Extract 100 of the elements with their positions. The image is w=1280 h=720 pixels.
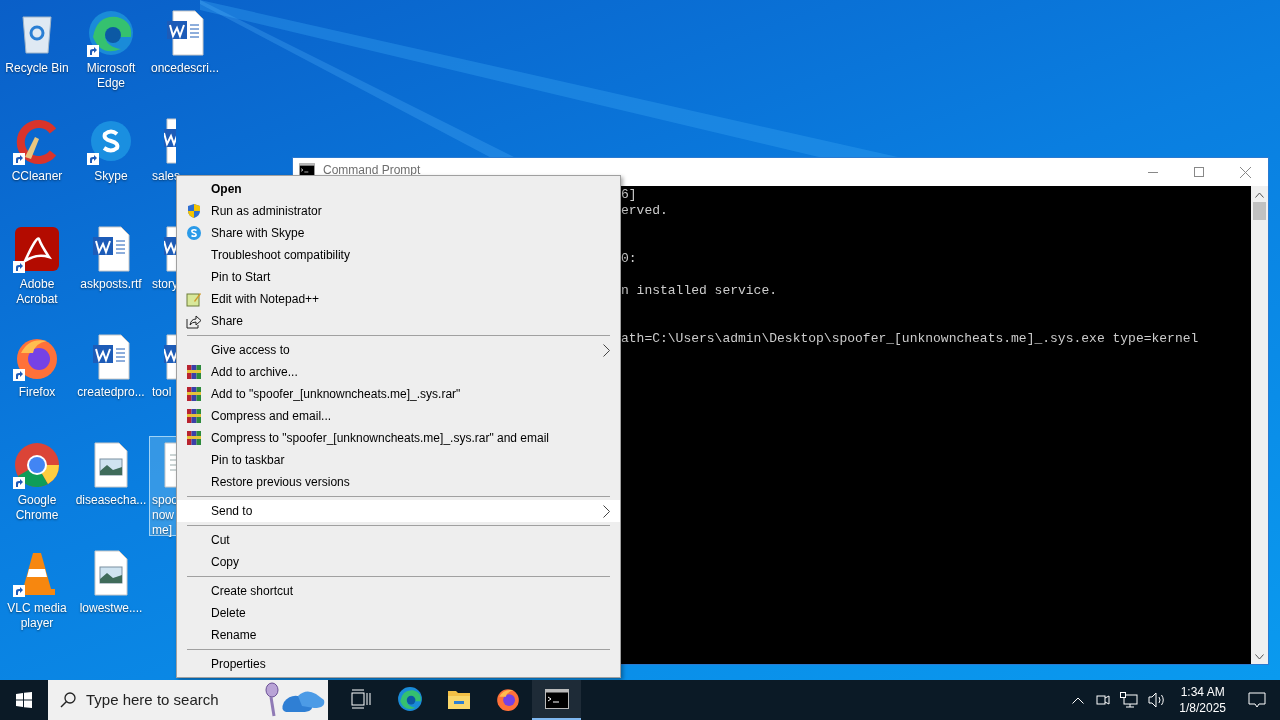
console-line: erved. bbox=[621, 203, 669, 219]
chevron-right-icon bbox=[603, 343, 610, 357]
scroll-down-icon bbox=[1255, 654, 1264, 660]
archive-books-icon bbox=[186, 430, 202, 446]
icon-label: now bbox=[152, 508, 174, 523]
word-document-icon bbox=[164, 117, 176, 165]
icon-label: Microsoft bbox=[86, 61, 136, 76]
icon-label: Acrobat bbox=[16, 292, 58, 307]
scroll-up-icon bbox=[1255, 192, 1264, 198]
shortcut-arrow-icon bbox=[87, 45, 99, 57]
desktop-icon[interactable]: CCleaner bbox=[1, 112, 73, 212]
camera-icon[interactable] bbox=[1096, 692, 1111, 708]
chevron-right-icon bbox=[603, 504, 610, 518]
menu-item[interactable]: Give access to bbox=[177, 339, 620, 361]
desktop-icon[interactable]: oncedescri... bbox=[149, 4, 221, 104]
menu-item[interactable]: Share with Skype bbox=[177, 222, 620, 244]
icon-label: Skype bbox=[94, 169, 128, 184]
window-title: Command Prompt bbox=[323, 164, 421, 177]
icon-label: Google bbox=[17, 493, 57, 508]
menu-item[interactable]: Create shortcut bbox=[177, 580, 620, 602]
menu-item[interactable]: Copy bbox=[177, 551, 620, 573]
archive-books-icon bbox=[186, 408, 202, 424]
menu-item[interactable]: Pin to Start bbox=[177, 266, 620, 288]
menu-item[interactable]: Troubleshoot compatibility bbox=[177, 244, 620, 266]
desktop-icon[interactable]: Skype bbox=[75, 112, 147, 212]
volume-icon[interactable] bbox=[1148, 692, 1167, 708]
icon-label: me] bbox=[152, 523, 172, 538]
archive-books-icon bbox=[186, 364, 202, 380]
network-icon[interactable] bbox=[1120, 692, 1139, 708]
scrollbar[interactable] bbox=[1251, 186, 1268, 664]
desktop-icon[interactable]: askposts.rtf bbox=[75, 220, 147, 320]
shortcut-arrow-icon bbox=[13, 477, 25, 489]
icon-label: Adobe bbox=[19, 277, 55, 292]
skype-icon bbox=[186, 225, 202, 241]
desktop-icon[interactable]: Recycle Bin bbox=[1, 4, 73, 104]
edge-icon bbox=[396, 686, 423, 712]
menu-item[interactable]: Compress and email... bbox=[177, 405, 620, 427]
menu-item[interactable]: Rename bbox=[177, 624, 620, 646]
icon-label: askposts.rtf bbox=[80, 277, 142, 292]
desktop-icon[interactable]: Microsoft Edge bbox=[75, 4, 147, 104]
maximize-icon bbox=[1194, 167, 1204, 177]
clock-date: 1/8/2025 bbox=[1179, 700, 1226, 716]
taskbar-app[interactable] bbox=[532, 680, 581, 720]
icon-label: tool bbox=[152, 385, 172, 400]
desktop-icon[interactable]: Adobe Acrobat bbox=[1, 220, 73, 320]
desktop-icon[interactable]: VLC media player bbox=[1, 544, 73, 644]
shortcut-arrow-icon bbox=[13, 261, 25, 273]
console-line: 6] bbox=[621, 187, 638, 203]
icon-label: oncedescri... bbox=[150, 61, 219, 76]
icon-label: Recycle Bin bbox=[5, 61, 69, 76]
menu-item[interactable]: Add to "spoofer_[unknowncheats.me]_.sys.rar" bbox=[177, 383, 620, 405]
desktop-icon[interactable]: createdpro... bbox=[75, 328, 147, 428]
shortcut-arrow-icon bbox=[13, 585, 25, 597]
menu-item[interactable]: Run as administrator bbox=[177, 200, 620, 222]
shortcut-arrow-icon bbox=[13, 153, 25, 165]
icon-label: lowestwe.... bbox=[79, 601, 143, 616]
search-box[interactable]: Type here to search bbox=[48, 680, 328, 720]
desktop-icon[interactable]: Google Chrome bbox=[1, 436, 73, 536]
share-icon bbox=[186, 313, 202, 329]
clock-time: 1:34 AM bbox=[1180, 684, 1225, 700]
task-view-icon bbox=[349, 689, 372, 709]
icon-label: VLC media bbox=[7, 601, 67, 616]
edge-icon bbox=[87, 9, 135, 57]
shortcut-arrow-icon bbox=[87, 153, 99, 165]
shield-icon bbox=[186, 203, 202, 219]
icon-label: Chrome bbox=[15, 508, 59, 523]
console-line: ath=C:\Users\admin\Desktop\spoofer_[unknowncheats.me]_.sys.exe type=kernel bbox=[621, 331, 1200, 347]
icon-label: Edge bbox=[97, 76, 125, 91]
clock[interactable]: 1:34 AM 1/8/2025 bbox=[1179, 684, 1226, 716]
console-line: n installed service. bbox=[621, 283, 779, 299]
desktop-icon[interactable]: diseasecha... bbox=[75, 436, 147, 536]
menu-item[interactable]: Add to archive... bbox=[177, 361, 620, 383]
folder-icon bbox=[446, 688, 471, 710]
notification-icon bbox=[1248, 692, 1266, 708]
desktop-icon[interactable]: lowestwe.... bbox=[75, 544, 147, 644]
menu-item[interactable]: Send to bbox=[177, 500, 620, 522]
icon-label: spoo bbox=[152, 493, 179, 508]
menu-item[interactable]: Share bbox=[177, 310, 620, 332]
close-icon bbox=[1239, 166, 1251, 178]
icon-label: createdpro... bbox=[77, 385, 145, 400]
menu-item[interactable]: Delete bbox=[177, 602, 620, 624]
acrobat-icon bbox=[13, 225, 61, 273]
desktop-icon[interactable]: Firefox bbox=[1, 328, 73, 428]
menu-item[interactable]: Edit with Notepad++ bbox=[177, 288, 620, 310]
archive-books-icon bbox=[186, 386, 202, 402]
console-line: 0: bbox=[621, 251, 638, 267]
scroll-thumb[interactable] bbox=[1253, 202, 1266, 220]
terminal-icon bbox=[544, 689, 569, 709]
icon-label: player bbox=[20, 616, 54, 631]
chevron-up-icon[interactable] bbox=[1072, 696, 1085, 704]
chrome-icon bbox=[13, 441, 61, 489]
menu-item[interactable]: Properties bbox=[177, 653, 620, 675]
search-field[interactable]: Type here to search bbox=[86, 688, 246, 712]
firefox-icon bbox=[494, 686, 521, 712]
icon-label: CCleaner bbox=[11, 169, 63, 184]
icon-label: Firefox bbox=[18, 385, 56, 400]
icon-label: diseasecha... bbox=[75, 493, 147, 508]
menu-item[interactable]: Open bbox=[177, 178, 620, 200]
search-icon bbox=[60, 692, 76, 708]
shortcut-arrow-icon bbox=[13, 369, 25, 381]
